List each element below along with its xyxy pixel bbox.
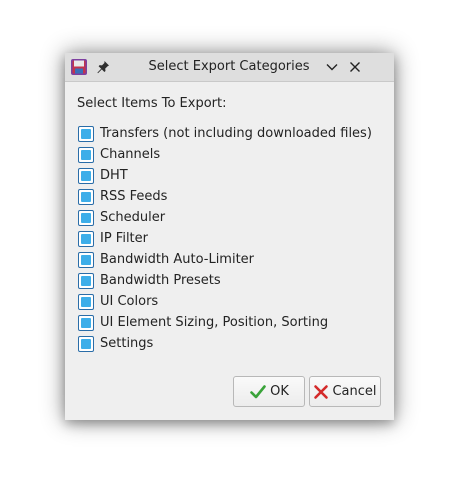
checkbox[interactable] bbox=[78, 314, 94, 331]
ok-button[interactable]: OK bbox=[233, 376, 305, 407]
category-item-dht[interactable]: DHT bbox=[78, 165, 372, 186]
category-item-rss-feeds[interactable]: RSS Feeds bbox=[78, 186, 372, 207]
checkbox[interactable] bbox=[78, 125, 94, 142]
window-title: Select Export Categories bbox=[148, 59, 310, 74]
checkbox[interactable] bbox=[78, 272, 94, 289]
checkbox[interactable] bbox=[78, 293, 94, 310]
category-item-settings[interactable]: Settings bbox=[78, 333, 372, 354]
category-label: DHT bbox=[100, 168, 128, 183]
category-label: UI Colors bbox=[100, 294, 159, 309]
category-item-bandwidth-auto-limiter[interactable]: Bandwidth Auto-Limiter bbox=[78, 249, 372, 270]
category-item-channels[interactable]: Channels bbox=[78, 144, 372, 165]
category-item-bandwidth-presets[interactable]: Bandwidth Presets bbox=[78, 270, 372, 291]
category-label: Transfers (not including downloaded file… bbox=[100, 126, 372, 141]
category-item-transfers[interactable]: Transfers (not including downloaded file… bbox=[78, 123, 372, 144]
checkbox[interactable] bbox=[78, 230, 94, 247]
category-list: Transfers (not including downloaded file… bbox=[78, 123, 372, 354]
cancel-label: Cancel bbox=[332, 384, 377, 399]
category-label: Bandwidth Presets bbox=[100, 273, 221, 288]
export-dialog: Select Export Categories Select Items To… bbox=[65, 53, 394, 420]
title-bar[interactable]: Select Export Categories bbox=[65, 53, 394, 82]
category-label: RSS Feeds bbox=[100, 189, 168, 204]
desktop-background: Select Export Categories Select Items To… bbox=[0, 0, 459, 498]
floppy-disk-icon[interactable] bbox=[70, 58, 88, 76]
checkbox[interactable] bbox=[78, 167, 94, 184]
category-item-ip-filter[interactable]: IP Filter bbox=[78, 228, 372, 249]
category-label: Channels bbox=[100, 147, 161, 162]
chevron-down-icon[interactable] bbox=[324, 59, 340, 75]
ok-label: OK bbox=[270, 384, 289, 399]
checkbox[interactable] bbox=[78, 251, 94, 268]
x-icon bbox=[314, 384, 329, 399]
category-item-ui-element-sizing[interactable]: UI Element Sizing, Position, Sorting bbox=[78, 312, 372, 333]
prompt-label: Select Items To Export: bbox=[77, 96, 227, 111]
category-item-scheduler[interactable]: Scheduler bbox=[78, 207, 372, 228]
close-icon[interactable] bbox=[347, 59, 363, 75]
category-label: Bandwidth Auto-Limiter bbox=[100, 252, 255, 267]
category-label: IP Filter bbox=[100, 231, 149, 246]
category-label: Scheduler bbox=[100, 210, 166, 225]
checkbox[interactable] bbox=[78, 209, 94, 226]
checkmark-icon bbox=[250, 384, 266, 398]
pin-icon[interactable] bbox=[95, 59, 111, 75]
checkbox[interactable] bbox=[78, 335, 94, 352]
checkbox[interactable] bbox=[78, 188, 94, 205]
category-label: Settings bbox=[100, 336, 154, 351]
checkbox[interactable] bbox=[78, 146, 94, 163]
category-item-ui-colors[interactable]: UI Colors bbox=[78, 291, 372, 312]
cancel-button[interactable]: Cancel bbox=[309, 376, 381, 407]
category-label: UI Element Sizing, Position, Sorting bbox=[100, 315, 329, 330]
